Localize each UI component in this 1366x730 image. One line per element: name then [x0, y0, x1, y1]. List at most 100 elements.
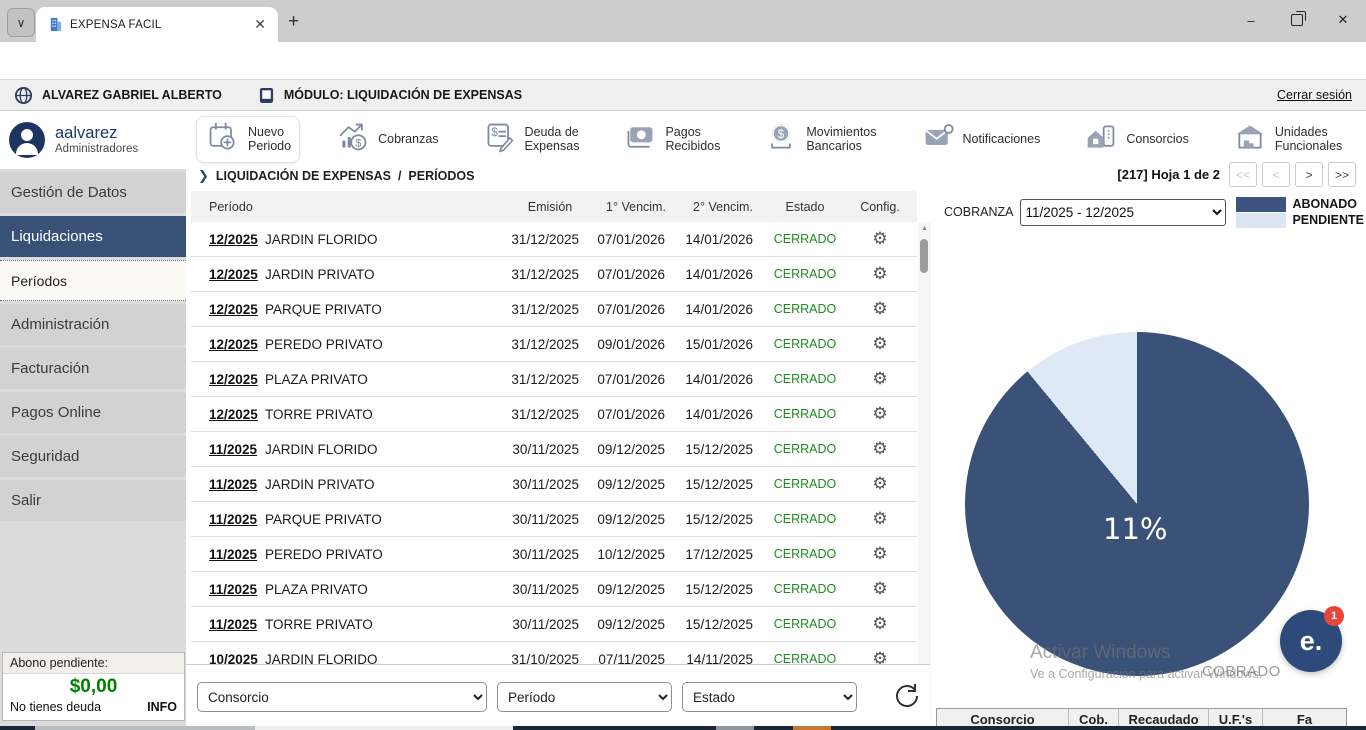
- page-button-next[interactable]: >: [1295, 162, 1323, 187]
- table-row: 11/2025 JARDIN PRIVATO 30/11/2025 09/12/202…: [191, 467, 917, 502]
- sidebar-item-salir[interactable]: Salir: [0, 480, 186, 521]
- venc1-date: 07/01/2026: [597, 301, 665, 317]
- emision-date: 30/11/2025: [512, 581, 579, 597]
- gear-icon[interactable]: ⚙: [843, 229, 917, 249]
- tab-list-dropdown-button[interactable]: ∨: [7, 8, 35, 37]
- gear-icon[interactable]: ⚙: [843, 264, 917, 284]
- period-link[interactable]: 11/2025: [209, 442, 257, 457]
- sidebar-item-gestion-de-datos[interactable]: Gestión de Datos: [0, 172, 186, 213]
- minimize-button[interactable]: –: [1228, 0, 1274, 40]
- toolbar-item-label: Deuda de Expensas: [525, 125, 580, 154]
- abono-info-link[interactable]: INFO: [147, 700, 177, 714]
- toolbar-item-notificaciones[interactable]: Notificaciones: [912, 117, 1049, 162]
- svg-text:$: $: [355, 137, 361, 149]
- legend-item-pendiente: PENDIENTE: [1236, 212, 1364, 228]
- toolbar-item-deuda-de-expensas[interactable]: $ Deuda de Expensas: [474, 117, 588, 162]
- period-link[interactable]: 11/2025: [209, 512, 257, 527]
- sidebar-item-liquidaciones[interactable]: Liquidaciones: [0, 216, 186, 257]
- gear-icon[interactable]: ⚙: [843, 369, 917, 389]
- venc1-date: 07/01/2026: [597, 231, 665, 247]
- periods-table: Período Emisión 1° Vencim. 2° Vencim. Estado…: [191, 191, 917, 677]
- cobranza-label: COBRANZA: [944, 205, 1014, 219]
- toolbar-label-line: Funcionales: [1274, 139, 1343, 153]
- module-label: MÓDULO: LIQUIDACIÓN DE EXPENSAS: [283, 88, 523, 102]
- restore-button[interactable]: [1274, 0, 1320, 40]
- venc1-date: 10/12/2025: [597, 546, 665, 562]
- logout-link[interactable]: Cerrar sesión: [1277, 88, 1352, 102]
- filter-select-periodo[interactable]: Período: [497, 682, 672, 712]
- period-link[interactable]: 12/2025: [209, 302, 258, 317]
- breadcrumb-arrow-icon: ❯: [198, 168, 209, 183]
- emision-date: 31/12/2025: [511, 336, 579, 352]
- page-button-last[interactable]: >>: [1328, 162, 1356, 187]
- filter-select-consorcio[interactable]: Consorcio: [197, 682, 487, 712]
- emision-date: 31/12/2025: [511, 301, 579, 317]
- gear-icon[interactable]: ⚙: [843, 404, 917, 424]
- sidebar-item-periodos[interactable]: Períodos: [0, 260, 186, 301]
- consorcio-name: PEREDO PRIVATO: [265, 546, 383, 562]
- period-link[interactable]: 12/2025: [209, 372, 258, 387]
- user-role: Administradores: [55, 142, 139, 155]
- period-link[interactable]: 11/2025: [209, 477, 257, 492]
- cobranza-row: COBRANZA 11/2025 - 12/2025 ABONADO PENDIE…: [930, 196, 1366, 228]
- gear-icon[interactable]: ⚙: [843, 474, 917, 494]
- module-toolbar: Nuevo Periodo $ Cobranzas $ Deuda de Expensas P…: [190, 113, 1360, 165]
- gear-icon[interactable]: ⚙: [843, 544, 917, 564]
- gear-icon[interactable]: ⚙: [843, 334, 917, 354]
- gear-icon[interactable]: ⚙: [843, 509, 917, 529]
- period-cell: 12/2025: [191, 407, 258, 422]
- tab-close-icon[interactable]: ✕: [250, 16, 270, 33]
- period-link[interactable]: 11/2025: [209, 582, 257, 597]
- period-link[interactable]: 12/2025: [209, 407, 258, 422]
- period-link[interactable]: 11/2025: [209, 617, 257, 632]
- gear-icon[interactable]: ⚙: [843, 579, 917, 599]
- toolbar-item-pagos-recibidos[interactable]: Pagos Recibidos: [614, 117, 728, 162]
- breadcrumb-root[interactable]: LIQUIDACIÓN DE EXPENSAS: [216, 169, 391, 183]
- period-cell: 11/2025: [191, 477, 257, 492]
- house-icon: [1083, 121, 1119, 158]
- period-link[interactable]: 11/2025: [209, 547, 257, 562]
- venc1-date: 09/12/2025: [597, 476, 665, 492]
- emision-date: 31/12/2025: [511, 406, 579, 422]
- refresh-filters-icon[interactable]: [892, 681, 922, 711]
- cobranza-range-select[interactable]: 11/2025 - 12/2025: [1020, 198, 1227, 226]
- envelope-icon: [920, 121, 956, 158]
- period-link[interactable]: 12/2025: [209, 232, 258, 247]
- consorcio-name: JARDIN FLORIDO: [265, 231, 378, 247]
- sidebar-item-facturacion[interactable]: Facturación: [0, 348, 186, 389]
- username: aalvarez: [55, 124, 118, 143]
- table-row: 11/2025 PEREDO PRIVATO 30/11/2025 10/12/202…: [191, 537, 917, 572]
- abono-note: No tienes deuda: [10, 700, 102, 714]
- toolbar-item-movimientos-bancarios[interactable]: $ Movimientos Bancarios: [755, 117, 884, 162]
- sidebar-item-administracion[interactable]: Administración: [0, 304, 186, 345]
- support-chat-bubble[interactable]: e. 1: [1280, 606, 1344, 672]
- table-row: 12/2025 JARDIN FLORIDO 31/12/2025 07/01/202…: [191, 222, 917, 257]
- main-content: Nuevo Periodo $ Cobranzas $ Deuda de Expensas P…: [186, 111, 1366, 730]
- chart-legend: ABONADO PENDIENTE: [1236, 196, 1364, 228]
- filter-select-estado[interactable]: Estado: [682, 682, 857, 712]
- period-link[interactable]: 12/2025: [209, 267, 258, 282]
- new-tab-button[interactable]: +: [288, 11, 299, 33]
- gear-icon[interactable]: ⚙: [843, 439, 917, 459]
- close-button[interactable]: ✕: [1320, 0, 1366, 40]
- browser-tab[interactable]: EXPENSA FACIL ✕: [36, 7, 278, 42]
- app-header: ALVAREZ GABRIEL ALBERTO MÓDULO: LIQUIDAC…: [0, 80, 1366, 111]
- period-link[interactable]: 12/2025: [209, 337, 258, 352]
- period-cell: 11/2025: [191, 512, 257, 527]
- toolbar-item-consorcios[interactable]: Consorcios: [1075, 117, 1197, 162]
- table-scrollbar-thumb[interactable]: [920, 239, 928, 273]
- breadcrumb-current: PERÍODOS: [408, 169, 475, 183]
- module-tablet-icon: [259, 87, 273, 103]
- sidebar-item-seguridad[interactable]: Seguridad: [0, 436, 186, 477]
- user-card: aalvarez Administradores: [0, 111, 186, 169]
- venc2-date: 14/01/2026: [685, 406, 753, 422]
- abono-amount: $0,00: [69, 676, 118, 697]
- gear-icon[interactable]: ⚙: [843, 614, 917, 634]
- toolbar-item-nuevo-periodo[interactable]: Nuevo Periodo: [196, 115, 301, 163]
- venc2-date: 14/01/2026: [685, 266, 753, 282]
- periods-table-body: 12/2025 JARDIN FLORIDO 31/12/2025 07/01/202…: [191, 222, 917, 677]
- toolbar-item-cobranzas[interactable]: $ Cobranzas: [327, 117, 446, 162]
- gear-icon[interactable]: ⚙: [843, 299, 917, 319]
- toolbar-item-unidades-funcionales[interactable]: Unidades Funcionales: [1224, 117, 1350, 162]
- sidebar-item-pagos-online[interactable]: Pagos Online: [0, 392, 186, 433]
